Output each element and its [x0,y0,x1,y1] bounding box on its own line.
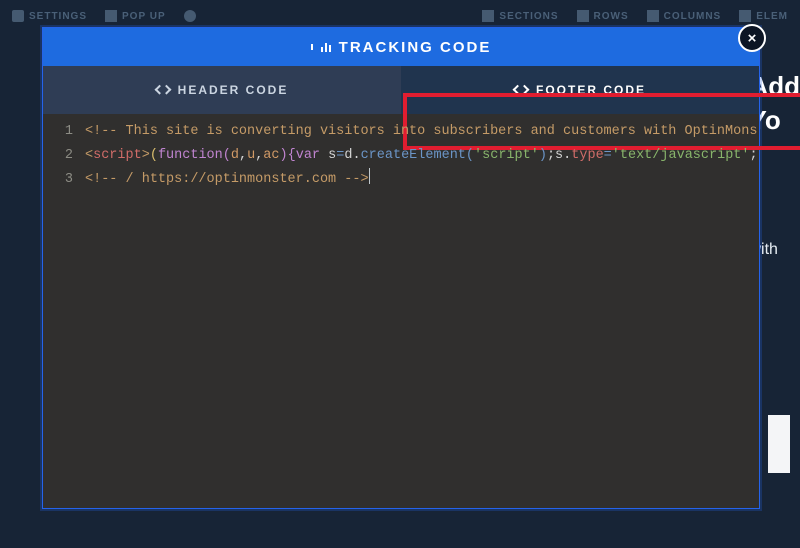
chart-icon [321,43,331,52]
toolbar-popup[interactable]: POP UP [105,10,166,22]
gear-icon [12,10,24,22]
sections-icon [482,10,494,22]
toolbar-sections[interactable]: SECTIONS [482,10,558,22]
tab-header-code[interactable]: HEADER CODE [43,66,401,114]
close-button[interactable]: × [738,24,766,52]
toolbar-rows[interactable]: ROWS [577,10,629,22]
text-cursor [369,168,370,184]
tracking-code-modal: TRACKING CODE HEADER CODE FOOTER CODE 1 … [42,27,760,509]
chart-icon [311,44,313,50]
code-editor[interactable]: 1 2 3 <!-- This site is converting visit… [43,114,759,508]
elements-icon [739,10,751,22]
line-gutter: 1 2 3 [43,114,81,508]
code-content[interactable]: <!-- This site is converting visitors in… [81,114,759,508]
toolbar-settings[interactable]: SETTINGS [12,10,87,22]
modal-tabs: HEADER CODE FOOTER CODE [43,66,759,114]
tab-footer-code[interactable]: FOOTER CODE [401,66,759,114]
toolbar-columns[interactable]: COLUMNS [647,10,722,22]
modal-title-text: TRACKING CODE [339,39,492,56]
background-panel [768,415,790,473]
rows-icon [577,10,589,22]
modal-title-bar: TRACKING CODE [43,28,759,66]
code-icon [156,85,170,95]
columns-icon [647,10,659,22]
toolbar-undo[interactable] [184,10,196,22]
toolbar-elements[interactable]: ELEM [739,10,788,22]
undo-icon [184,10,196,22]
popup-icon [105,10,117,22]
code-icon [514,85,528,95]
